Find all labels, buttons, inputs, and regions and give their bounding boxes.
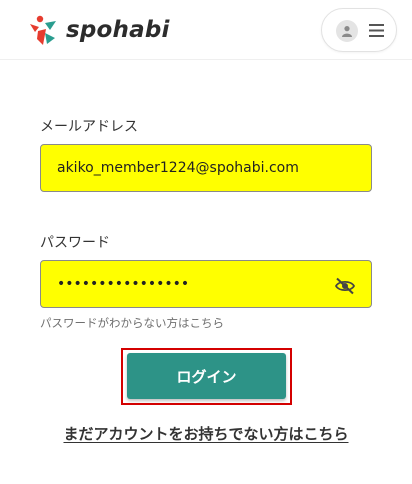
forgot-password-link[interactable]: パスワードがわからない方はこちら [40,315,224,331]
logo-text: spohabi [66,17,170,43]
logo-mark-icon [30,15,56,45]
signup-link[interactable]: まだアカウントをお持ちでない方はこちら [0,423,412,444]
password-label: パスワード [40,235,110,251]
account-menu-button[interactable] [321,8,397,52]
password-field[interactable] [40,260,372,308]
eye-off-icon[interactable] [334,277,356,295]
user-icon [336,20,358,42]
hamburger-menu-icon [369,24,384,37]
email-label: メールアドレス [40,119,138,135]
login-button[interactable]: ログイン [127,353,286,399]
email-field[interactable] [40,144,372,192]
logo[interactable]: spohabi [26,13,170,47]
header: spohabi [0,0,412,60]
